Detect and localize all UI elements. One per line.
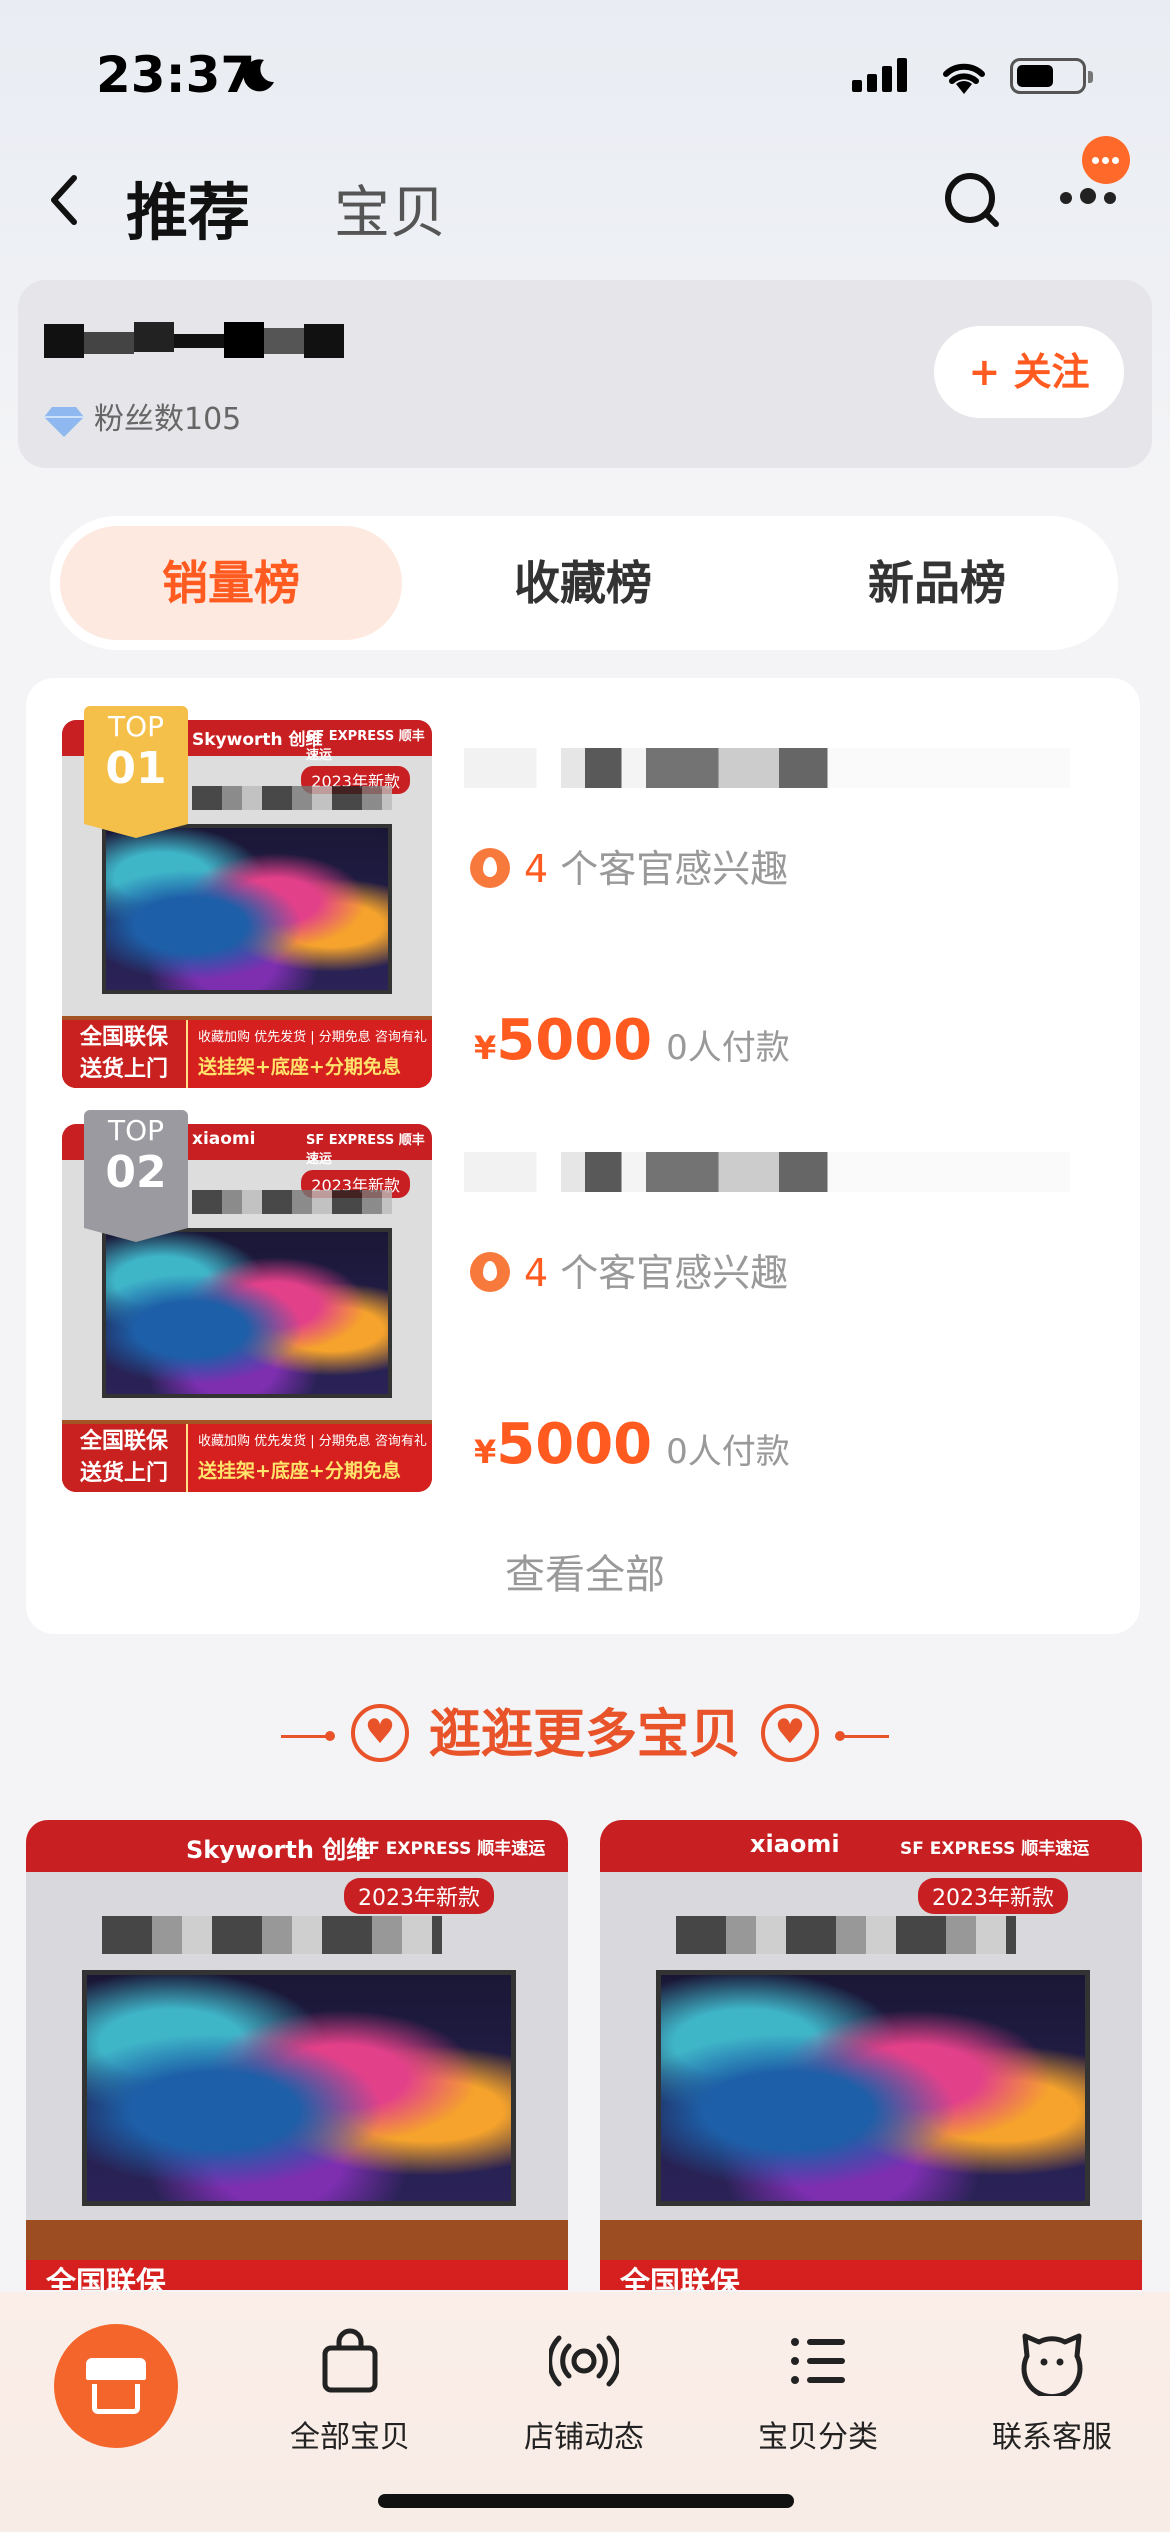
tab-all-products[interactable]: 全部宝贝 xyxy=(260,2326,440,2456)
product-model-redacted xyxy=(676,1916,1016,1954)
fans-label: 粉丝数 xyxy=(94,402,184,437)
tab-categories[interactable]: 宝贝分类 xyxy=(728,2326,908,2456)
tab-store-updates[interactable]: 店铺动态 xyxy=(494,2326,674,2456)
broadcast-icon xyxy=(547,2335,621,2387)
tab-sales[interactable]: 销量榜 xyxy=(60,526,402,640)
promo-banner: 全国联保 xyxy=(600,2260,1142,2290)
product-title-redacted[interactable] xyxy=(464,748,1070,788)
fire-icon xyxy=(470,848,510,888)
promo-banner: 全国联保 xyxy=(26,2260,568,2290)
product-card[interactable]: Skyworth 创维 SF EXPRESS 顺丰速运 2023年新款 全国联保 xyxy=(26,1820,568,2290)
fans-count: 粉丝数105 xyxy=(44,394,241,438)
heart-icon xyxy=(761,1704,819,1762)
home-indicator xyxy=(378,2494,794,2508)
follow-button[interactable]: + 关注 xyxy=(934,326,1124,418)
tab-new-products[interactable]: 新品榜 xyxy=(766,526,1108,640)
battery-icon xyxy=(1010,58,1093,94)
promo-small: 收藏加购 优先发货 | 分期免息 咨询有礼 xyxy=(198,1434,427,1449)
product-title-redacted[interactable] xyxy=(464,1152,1070,1192)
message-badge-icon xyxy=(1082,136,1130,184)
customer-service-icon xyxy=(1021,2333,1083,2400)
view-all-link[interactable]: 查看全部 xyxy=(0,1542,1170,1600)
tab-baby[interactable]: 宝贝 xyxy=(334,168,446,249)
tv-screen-image xyxy=(102,1228,392,1398)
logistics-label: SF EXPRESS 顺丰速运 xyxy=(306,1133,425,1167)
promo-big: 送挂架+底座+分期免息 xyxy=(198,1460,401,1482)
product-model-redacted xyxy=(192,1190,392,1214)
rank-badge-2: TOP 02 xyxy=(84,1110,188,1242)
tab-favorites[interactable]: 收藏榜 xyxy=(412,526,754,640)
logistics-label: SF EXPRESS 顺丰速运 xyxy=(306,729,425,763)
status-time: 23:37 xyxy=(96,46,256,104)
shopping-bag-icon xyxy=(322,2328,378,2393)
more-section-title: 逛逛更多宝贝 xyxy=(0,1692,1170,1767)
promo-warranty: 全国联保 送货上门 xyxy=(62,1020,188,1088)
tab-customer-service[interactable]: 联系客服 xyxy=(962,2326,1142,2456)
price: ¥5000 0人付款 xyxy=(474,1412,790,1477)
price: ¥5000 0人付款 xyxy=(474,1008,790,1073)
new-badge: 2023年新款 xyxy=(918,1878,1068,1914)
cellular-signal-icon xyxy=(852,58,912,92)
product-model-redacted xyxy=(102,1916,442,1954)
tv-screen-image xyxy=(82,1970,516,2206)
interest-line: 4 个客官感兴趣 xyxy=(470,838,788,893)
interest-line: 4 个客官感兴趣 xyxy=(470,1242,788,1297)
page-title: 推荐 xyxy=(126,176,251,249)
ranking-tabs: 销量榜 收藏榜 新品榜 xyxy=(50,516,1118,650)
promo-warranty: 全国联保 送货上门 xyxy=(62,1424,188,1492)
fans-number: 105 xyxy=(184,402,242,437)
heart-icon xyxy=(350,1704,409,1762)
list-icon xyxy=(791,2338,845,2384)
back-arrow-icon[interactable] xyxy=(40,168,88,232)
diamond-icon xyxy=(44,406,84,437)
product-card[interactable]: xiaomi SF EXPRESS 顺丰速运 2023年新款 全国联保 xyxy=(600,1820,1142,2290)
more-menu-icon[interactable] xyxy=(1060,188,1124,208)
logistics-label: SF EXPRESS 顺丰速运 xyxy=(356,1839,546,1859)
search-icon[interactable] xyxy=(940,168,1004,232)
tv-screen-image xyxy=(656,1970,1090,2206)
store-home-icon[interactable] xyxy=(54,2324,178,2448)
brand-label: xiaomi xyxy=(750,1830,840,1858)
new-badge: 2023年新款 xyxy=(344,1878,494,1914)
tv-screen-image xyxy=(102,824,392,994)
fire-icon xyxy=(470,1252,510,1292)
rank-badge-1: TOP 01 xyxy=(84,706,188,838)
promo-small: 收藏加购 优先发货 | 分期免息 咨询有礼 xyxy=(198,1030,427,1045)
product-model-redacted xyxy=(192,786,392,810)
moon-icon xyxy=(243,59,274,92)
store-name-redacted xyxy=(44,322,344,358)
brand-label: Skyworth 创维 xyxy=(192,730,323,750)
brand-label: xiaomi xyxy=(192,1129,256,1149)
brand-label: Skyworth 创维 xyxy=(186,1836,371,1864)
wifi-icon xyxy=(943,63,985,94)
promo-big: 送挂架+底座+分期免息 xyxy=(198,1056,401,1078)
logistics-label: SF EXPRESS 顺丰速运 xyxy=(900,1839,1090,1859)
